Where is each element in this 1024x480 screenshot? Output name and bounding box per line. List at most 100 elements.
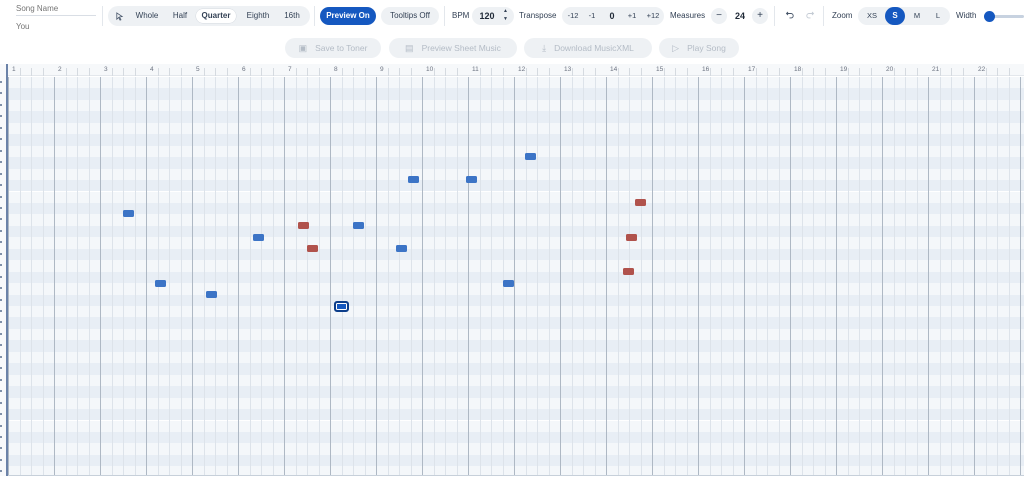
zoom-xs-button[interactable]: XS bbox=[862, 9, 882, 23]
pitch-row[interactable] bbox=[8, 374, 1024, 387]
beat-line bbox=[318, 77, 320, 476]
zoom-l-button[interactable]: L bbox=[929, 9, 947, 23]
pitch-row[interactable] bbox=[8, 328, 1024, 341]
pitch-row[interactable] bbox=[8, 351, 1024, 364]
song-name-input[interactable] bbox=[16, 2, 96, 15]
beat-line bbox=[169, 77, 170, 476]
pitch-row[interactable] bbox=[8, 77, 1024, 89]
duration-whole[interactable]: Whole bbox=[130, 9, 164, 23]
zoom-s-button[interactable]: S bbox=[885, 7, 905, 25]
pitch-row[interactable] bbox=[8, 397, 1024, 410]
note[interactable] bbox=[307, 245, 318, 252]
bpm-increase-icon[interactable]: ▲ bbox=[503, 9, 508, 14]
pitch-row[interactable] bbox=[8, 260, 1024, 272]
duration-16th[interactable]: 16th bbox=[278, 9, 306, 23]
measure-number: 15 bbox=[656, 66, 664, 73]
preview-sheet-music-button[interactable]: ▤ Preview Sheet Music bbox=[389, 38, 517, 58]
note[interactable] bbox=[206, 291, 217, 298]
bpm-value[interactable]: 120 bbox=[478, 11, 496, 21]
song-author-input[interactable] bbox=[16, 20, 96, 33]
pitch-row[interactable] bbox=[8, 122, 1024, 135]
download-musicxml-button[interactable]: ⤓ Download MusicXML bbox=[524, 38, 652, 58]
redo-button[interactable] bbox=[803, 9, 817, 23]
ruler-beat-tick bbox=[410, 68, 412, 76]
note[interactable] bbox=[253, 234, 264, 241]
save-to-toner-button[interactable]: ▣ Save to Toner bbox=[285, 38, 381, 58]
pitch-row[interactable] bbox=[8, 157, 1024, 169]
pitch-row[interactable] bbox=[8, 99, 1024, 112]
pitch-row[interactable] bbox=[8, 248, 1024, 261]
bpm-decrease-icon[interactable]: ▼ bbox=[503, 17, 508, 22]
width-label: Width bbox=[956, 11, 977, 20]
transpose-plus-12-button[interactable]: +12 bbox=[643, 9, 663, 23]
pitch-row[interactable] bbox=[8, 168, 1024, 181]
measure-line bbox=[238, 77, 239, 476]
measure-ruler[interactable]: 1 2 3 4 5 6 7 8 9 10 11 12 13 14 15 16 17 18 19 20 21 22 bbox=[8, 64, 1024, 76]
measure-number: 16 bbox=[702, 66, 710, 73]
beat-line bbox=[341, 77, 343, 476]
pitch-row[interactable] bbox=[8, 202, 1024, 215]
beat-line bbox=[767, 77, 768, 476]
note[interactable] bbox=[626, 234, 637, 241]
pitch-row[interactable] bbox=[8, 294, 1024, 306]
pitch-key-marker bbox=[0, 264, 2, 267]
measures-minus-button[interactable]: − bbox=[711, 8, 727, 24]
pitch-row[interactable] bbox=[8, 214, 1024, 226]
pitch-row[interactable] bbox=[8, 386, 1024, 398]
pitch-row[interactable] bbox=[8, 237, 1024, 249]
play-song-button[interactable]: ▷ Play Song bbox=[659, 38, 739, 58]
beat-line bbox=[491, 77, 492, 476]
measure-number: 22 bbox=[978, 66, 986, 73]
transpose-minus-1-button[interactable]: -1 bbox=[584, 9, 600, 23]
pitch-row[interactable] bbox=[8, 145, 1024, 158]
duration-eighth[interactable]: Eighth bbox=[240, 9, 276, 23]
measure-number: 10 bbox=[426, 66, 434, 73]
note[interactable] bbox=[503, 280, 514, 287]
undo-button[interactable] bbox=[783, 9, 797, 23]
pitch-row[interactable] bbox=[8, 363, 1024, 375]
note[interactable] bbox=[623, 268, 634, 275]
tooltips-toggle-button[interactable]: Tooltips Off bbox=[381, 7, 439, 25]
pitch-row[interactable] bbox=[8, 191, 1024, 203]
preview-toggle-button[interactable]: Preview On bbox=[320, 7, 376, 25]
measures-plus-button[interactable]: + bbox=[752, 8, 768, 24]
pitch-row[interactable] bbox=[8, 409, 1024, 421]
measure-number: 18 bbox=[794, 66, 802, 73]
piano-roll-grid[interactable] bbox=[8, 77, 1024, 476]
pitch-row[interactable] bbox=[8, 306, 1024, 318]
beat-line bbox=[456, 77, 458, 476]
note[interactable] bbox=[123, 210, 134, 217]
duration-quarter[interactable]: Quarter bbox=[196, 9, 236, 23]
pitch-row[interactable] bbox=[8, 431, 1024, 444]
transpose-plus-1-button[interactable]: +1 bbox=[624, 9, 640, 23]
select-tool-button[interactable] bbox=[112, 9, 126, 23]
pitch-row[interactable] bbox=[8, 134, 1024, 146]
pitch-row[interactable] bbox=[8, 317, 1024, 329]
selected-note[interactable] bbox=[334, 301, 349, 312]
pitch-row[interactable] bbox=[8, 454, 1024, 467]
beat-line bbox=[203, 77, 205, 476]
note[interactable] bbox=[408, 176, 419, 183]
note[interactable] bbox=[525, 153, 536, 160]
pitch-row[interactable] bbox=[8, 420, 1024, 432]
duration-half[interactable]: Half bbox=[166, 9, 194, 23]
note[interactable] bbox=[353, 222, 364, 229]
note[interactable] bbox=[155, 280, 166, 287]
width-slider-thumb[interactable] bbox=[984, 11, 995, 22]
note[interactable] bbox=[396, 245, 407, 252]
pitch-row[interactable] bbox=[8, 340, 1024, 352]
zoom-m-button[interactable]: M bbox=[908, 9, 926, 23]
pitch-key-marker bbox=[0, 172, 2, 175]
pitch-row[interactable] bbox=[8, 180, 1024, 192]
pitch-key-marker bbox=[0, 470, 2, 473]
pitch-row[interactable] bbox=[8, 225, 1024, 238]
note[interactable] bbox=[466, 176, 477, 183]
pitch-row[interactable] bbox=[8, 111, 1024, 123]
note[interactable] bbox=[635, 199, 646, 206]
pitch-row[interactable] bbox=[8, 88, 1024, 100]
note[interactable] bbox=[298, 222, 309, 229]
ruler-beat-tick bbox=[813, 68, 814, 76]
pitch-row[interactable] bbox=[8, 443, 1024, 455]
beat-line bbox=[226, 77, 228, 476]
transpose-minus-12-button[interactable]: -12 bbox=[564, 9, 582, 23]
